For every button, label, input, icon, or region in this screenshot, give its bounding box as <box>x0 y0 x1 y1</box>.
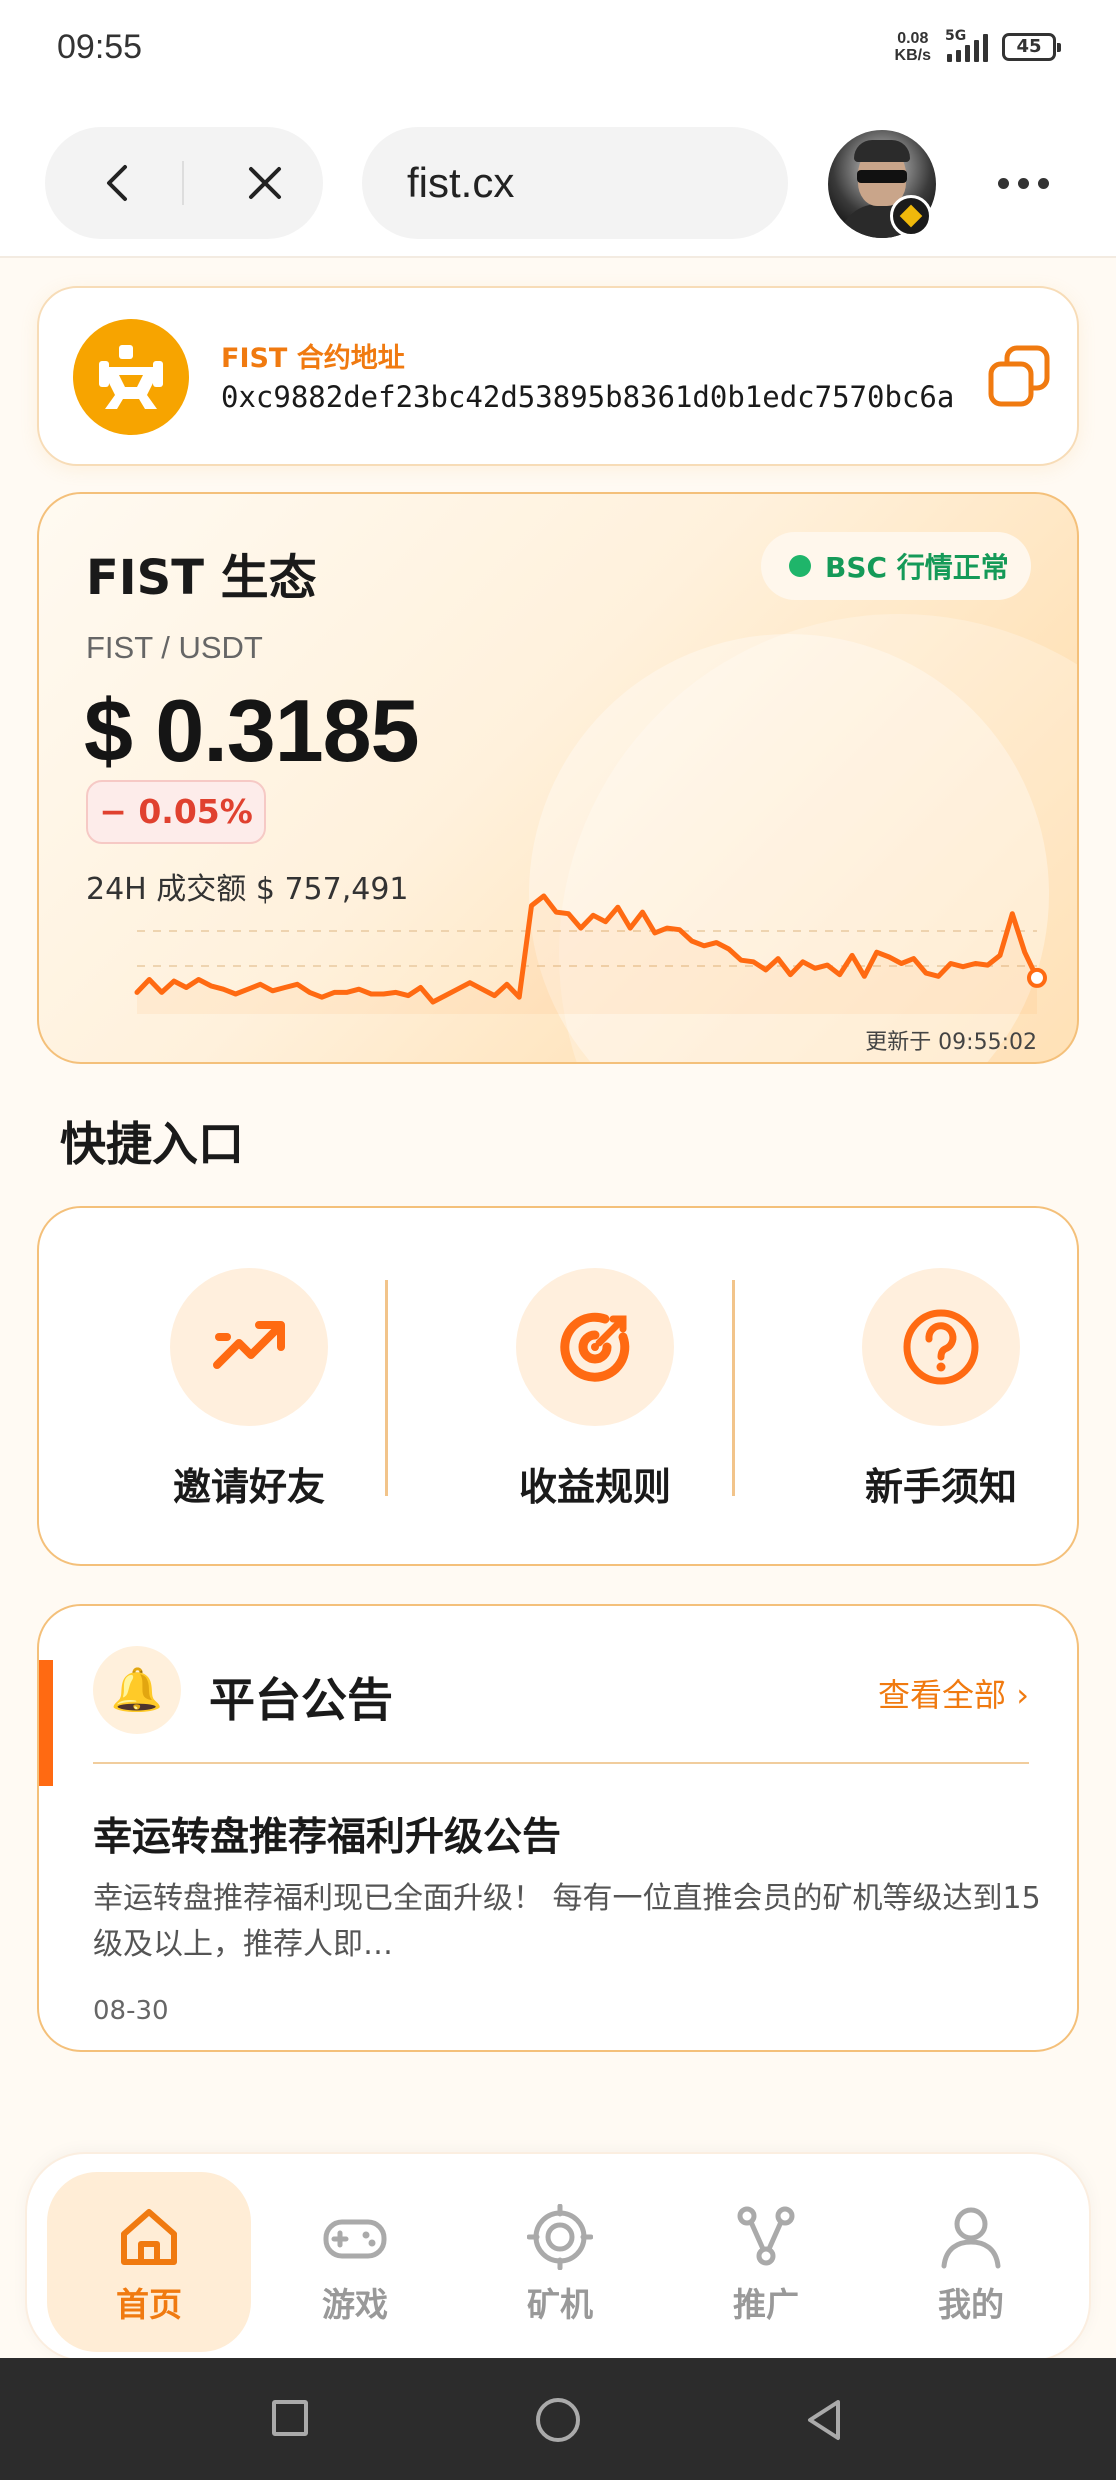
view-all-link[interactable]: 查看全部 › <box>878 1670 1029 1716</box>
quick-invite-friends[interactable]: 邀请好友 <box>134 1268 364 1511</box>
system-navigation-bar <box>0 2358 1116 2480</box>
market-card: FIST 生态 BSC 行情正常 FIST / USDT $ 0.3185 − … <box>37 492 1079 1064</box>
divider <box>182 161 184 205</box>
tab-label: 矿机 <box>527 2285 593 2324</box>
quick-item-label: 收益规则 <box>518 1465 671 1509</box>
net-speed: 0.08 KB/s <box>894 30 931 64</box>
close-icon[interactable] <box>243 161 287 205</box>
tab-label: 推广 <box>733 2285 799 2324</box>
price-sparkline-chart <box>134 893 1047 1014</box>
quick-entry-card: 邀请好友 收益规则 新手须知 <box>37 1206 1079 1566</box>
back-triangle-icon[interactable] <box>802 2398 846 2442</box>
contract-title: FIST 合约地址 <box>221 343 405 374</box>
target-icon <box>560 1312 630 1382</box>
divider <box>732 1280 735 1496</box>
chevron-left-icon[interactable] <box>97 161 141 205</box>
quick-income-rules[interactable]: 收益规则 <box>480 1268 710 1511</box>
user-icon <box>941 2207 1001 2269</box>
quick-beginner-guide[interactable]: 新手须知 <box>826 1268 1056 1511</box>
tab-label: 游戏 <box>322 2285 388 2324</box>
more-dots-icon[interactable] <box>998 178 1049 189</box>
accent-bar <box>39 1660 53 1786</box>
tab-mining[interactable]: 矿机 <box>458 2172 662 2352</box>
price-change-badge: − 0.05% <box>86 780 266 844</box>
home-button-icon[interactable] <box>536 2398 580 2442</box>
quick-entry-title: 快捷入口 <box>60 1117 244 1171</box>
recent-apps-icon[interactable] <box>272 2400 308 2436</box>
tab-label: 我的 <box>938 2285 1004 2324</box>
copy-icon[interactable] <box>987 344 1051 408</box>
market-title: FIST 生态 <box>86 550 317 606</box>
tab-promotion[interactable]: 推广 <box>664 2172 868 2352</box>
quick-item-label: 邀请好友 <box>172 1465 325 1509</box>
tab-label: 首页 <box>116 2285 182 2324</box>
battery-icon: 45 <box>1002 33 1061 61</box>
share-icon <box>737 2206 795 2266</box>
browser-toolbar: fist.cx <box>0 100 1116 258</box>
nav-pill <box>45 127 323 239</box>
last-price-point <box>1027 967 1047 988</box>
market-status-text: BSC 行情正常 <box>825 551 1009 584</box>
status-icons: 0.08 KB/s 5G 45 <box>894 28 1061 64</box>
status-time: 09:55 <box>57 28 143 66</box>
market-status-badge: BSC 行情正常 <box>761 532 1031 600</box>
binance-badge-icon <box>890 195 932 237</box>
status-dot-icon <box>789 555 811 577</box>
announcement-date: 08-30 <box>93 1996 169 2026</box>
contract-card: FIST 合约地址 0xc9882def23bc42d53895b8361d0b… <box>37 286 1079 466</box>
trading-pair: FIST / USDT <box>86 630 263 665</box>
announcement-headline[interactable]: 幸运转盘推荐福利升级公告 <box>93 1806 561 1862</box>
signal-icon: 5G <box>945 28 988 62</box>
bottom-tab-bar: 首页 游戏 矿机 推广 我的 <box>25 2152 1091 2362</box>
fist-logo <box>73 319 189 435</box>
announcement-body: 幸运转盘推荐福利现已全面升级！ 每有一位直推会员的矿机等级达到15级及以上，推荐… <box>93 1881 1041 1962</box>
gamepad-icon <box>323 2219 387 2259</box>
help-circle-icon <box>903 1309 979 1385</box>
tab-profile[interactable]: 我的 <box>869 2172 1073 2352</box>
announcement-card[interactable]: 🔔 平台公告 查看全部 › 幸运转盘推荐福利升级公告 幸运转盘推荐福利现已全面升… <box>37 1604 1079 2052</box>
tab-games[interactable]: 游戏 <box>253 2172 457 2352</box>
home-icon <box>121 2209 177 2265</box>
divider <box>93 1762 1029 1764</box>
divider <box>385 1280 388 1496</box>
contract-address: 0xc9882def23bc42d53895b8361d0b1edc7570bc… <box>221 380 955 414</box>
quick-item-label: 新手须知 <box>864 1465 1017 1509</box>
chart-area-fill <box>137 896 1037 1014</box>
updated-time: 更新于 09:55:02 <box>865 1030 1037 1055</box>
price-value: $ 0.3185 <box>84 681 420 780</box>
url-bar[interactable]: fist.cx <box>362 127 788 239</box>
target-icon <box>526 2203 594 2271</box>
announcement-title: 平台公告 <box>209 1673 393 1727</box>
tab-home[interactable]: 首页 <box>47 2172 251 2352</box>
bell-icon: 🔔 <box>93 1646 181 1734</box>
trending-up-icon <box>213 1321 285 1369</box>
status-bar: 09:55 0.08 KB/s 5G 45 <box>0 0 1116 100</box>
